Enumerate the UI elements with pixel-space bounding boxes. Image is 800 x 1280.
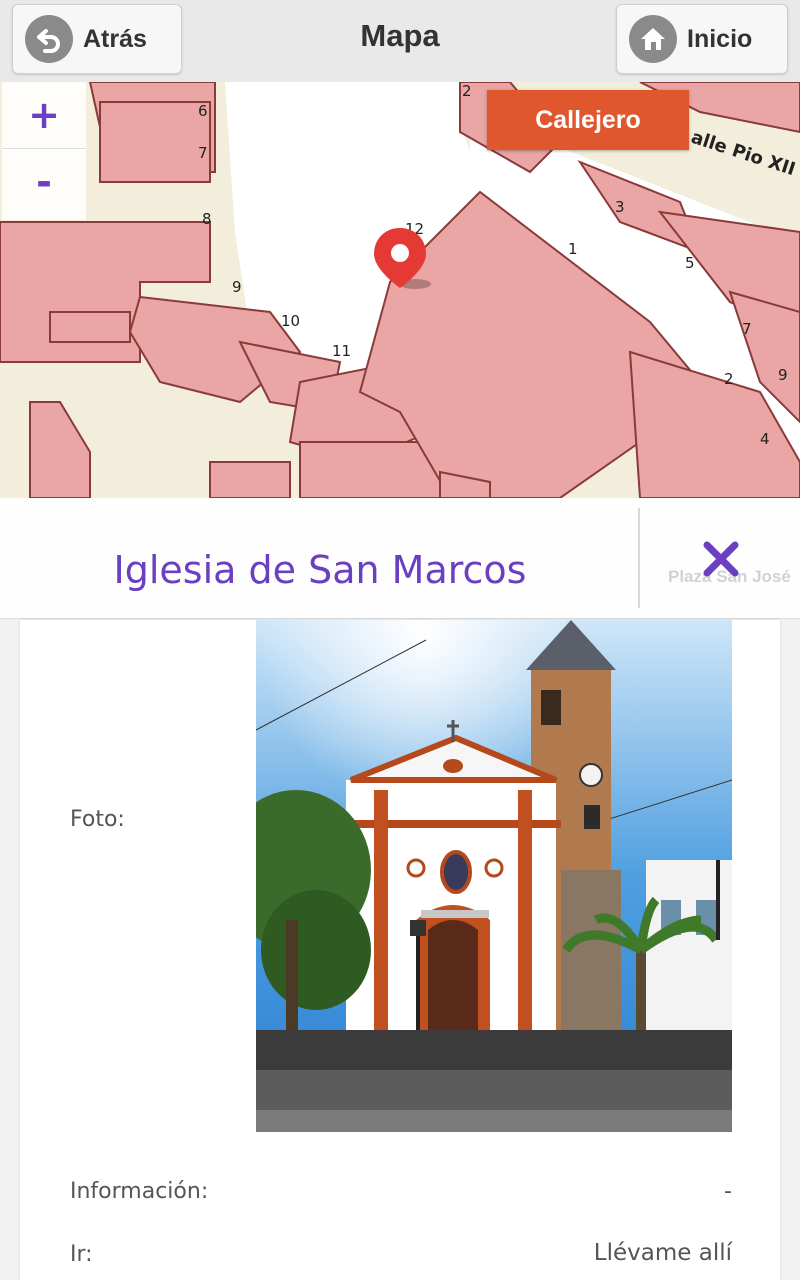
house-number: 5	[685, 254, 695, 272]
house-number: 6	[198, 102, 208, 120]
house-number: 9	[232, 278, 242, 296]
house-number: 7	[198, 144, 208, 162]
house-number: 8	[202, 210, 212, 228]
zoom-out-button[interactable]: -	[2, 148, 86, 215]
go-label: Ir:	[70, 1242, 93, 1267]
photo-label: Foto:	[70, 807, 125, 832]
street-label: alle Pio XII	[688, 127, 797, 180]
info-value: -	[724, 1179, 732, 1204]
house-number: 3	[615, 198, 625, 216]
house-number: 2	[462, 82, 472, 100]
house-number: 4	[760, 430, 770, 448]
take-me-there-link[interactable]: Llévame allí	[594, 1240, 732, 1266]
place-details-card: Foto: Información: - Ir: Llévame allí	[20, 620, 780, 1280]
house-number: 11	[332, 342, 351, 360]
zoom-in-button[interactable]: +	[2, 82, 86, 148]
church-photo[interactable]	[256, 620, 732, 1132]
place-name: Iglesia de San Marcos	[113, 548, 527, 592]
info-label: Información:	[70, 1179, 209, 1204]
home-icon	[629, 15, 677, 63]
house-number: 1	[568, 240, 578, 258]
divider	[638, 508, 640, 608]
street-map-button[interactable]: Callejero	[487, 90, 689, 150]
house-number: 10	[281, 312, 300, 330]
place-title-bar: Plaza San José Iglesia de San Marcos	[0, 498, 800, 619]
house-number: 9	[778, 366, 788, 384]
zoom-control: + -	[2, 82, 86, 220]
home-button[interactable]: Inicio	[616, 4, 788, 74]
top-bar: Atrás Mapa Inicio	[0, 0, 800, 83]
map-view[interactable]: 2 6 7 8 12 1 3 5 9 10 11 7 2 9 4 alle Pi…	[0, 82, 800, 498]
house-number: 2	[724, 370, 734, 388]
home-button-label: Inicio	[687, 24, 753, 53]
close-icon[interactable]	[700, 538, 742, 580]
house-number: 7	[742, 320, 752, 338]
